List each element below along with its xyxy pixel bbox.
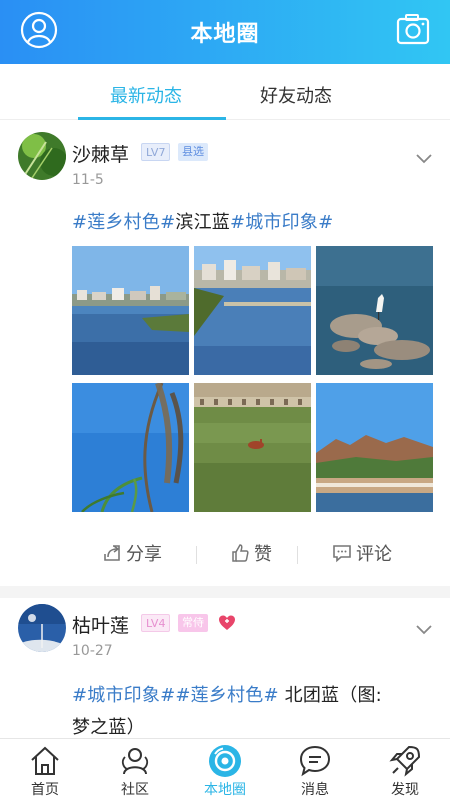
photo-red-cliff-river[interactable] [316, 383, 433, 512]
photo-reed-grass[interactable] [72, 383, 189, 512]
active-tab-indicator [78, 117, 226, 120]
nav-home-label: 首页 [31, 782, 59, 798]
user-name[interactable]: 沙棘草 [72, 140, 129, 167]
post-text: #城市印象##莲乡村色# 北团蓝（图: [72, 681, 382, 707]
nav-discover[interactable]: 发现 [360, 739, 450, 800]
post-text-plain: 滨江蓝 [175, 212, 230, 233]
avatar[interactable] [18, 132, 66, 180]
nav-local-circle[interactable]: 本地圈 [180, 739, 270, 800]
nav-messages-label: 消息 [301, 782, 329, 798]
hashtag[interactable]: #城市印象##莲乡村色# [72, 685, 279, 706]
post-date: 10-27 [72, 643, 113, 659]
avatar[interactable] [18, 604, 66, 652]
feed-post: 沙棘草 LV7 县选 11-5 #莲乡村色#滨江蓝#城市印象# 分享 赞 评论 [0, 122, 450, 584]
post-text-plain: 北团蓝（图: [278, 685, 382, 706]
action-divider [196, 546, 197, 564]
nav-community-label: 社区 [121, 782, 149, 798]
nav-messages[interactable]: 消息 [270, 739, 360, 800]
feed-post: 枯叶莲 LV4 常侍 10-27 #城市印象##莲乡村色# 北团蓝（图: 梦之蓝… [0, 598, 450, 738]
like-label: 赞 [254, 544, 272, 565]
home-icon [27, 743, 63, 779]
share-button[interactable]: 分享 [102, 540, 162, 566]
tab-friends[interactable]: 好友动态 [260, 82, 332, 108]
photo-heron-rocks[interactable] [316, 246, 433, 375]
action-divider [297, 546, 298, 564]
nav-community[interactable]: 社区 [90, 739, 180, 800]
photo-riverbank-city[interactable] [194, 246, 311, 375]
share-label: 分享 [126, 544, 162, 565]
photo-grid [72, 246, 433, 512]
feed-tabs: 最新动态 好友动态 [0, 64, 450, 120]
role-badge: 常侍 [178, 614, 208, 632]
tab-latest[interactable]: 最新动态 [110, 82, 182, 108]
comment-button[interactable]: 评论 [332, 540, 392, 566]
role-badge: 县选 [178, 143, 208, 161]
bottom-nav: 首页 社区 本地圈 消息 发现 [0, 738, 450, 800]
chevron-down-icon[interactable] [416, 620, 432, 635]
app-screen: 本地圈 最新动态 好友动态 沙棘草 LV7 县选 11-5 #莲乡村色#滨江蓝#… [0, 0, 450, 800]
nav-discover-label: 发现 [391, 782, 419, 798]
post-separator [0, 586, 450, 598]
nav-home[interactable]: 首页 [0, 739, 90, 800]
hashtag[interactable]: #城市印象# [230, 212, 333, 233]
verified-heart-icon [218, 614, 236, 632]
like-button[interactable]: 赞 [230, 540, 272, 566]
top-header: 本地圈 [0, 0, 450, 64]
level-badge: LV7 [141, 143, 171, 161]
comment-icon [333, 545, 351, 563]
level-badge: LV4 [141, 614, 171, 632]
photo-river-town[interactable] [72, 246, 189, 375]
chevron-down-icon[interactable] [416, 149, 432, 164]
share-icon [104, 545, 120, 561]
local-circle-icon [207, 743, 243, 779]
post-text-line2: 梦之蓝） [72, 717, 145, 738]
camera-icon[interactable] [396, 12, 430, 46]
nav-local-circle-label: 本地圈 [204, 782, 246, 798]
community-icon [117, 743, 153, 779]
message-icon [297, 743, 333, 779]
rocket-icon [387, 743, 423, 779]
comment-label: 评论 [356, 544, 392, 565]
page-title: 本地圈 [190, 22, 260, 47]
photo-field-bird[interactable] [194, 383, 311, 512]
hashtag[interactable]: #莲乡村色# [72, 212, 175, 233]
post-actions: 分享 赞 评论 [0, 534, 450, 570]
post-date: 11-5 [72, 172, 104, 188]
post-text: #莲乡村色#滨江蓝#城市印象# [72, 208, 333, 234]
thumbs-up-icon [232, 544, 249, 562]
user-name[interactable]: 枯叶莲 [72, 611, 129, 638]
